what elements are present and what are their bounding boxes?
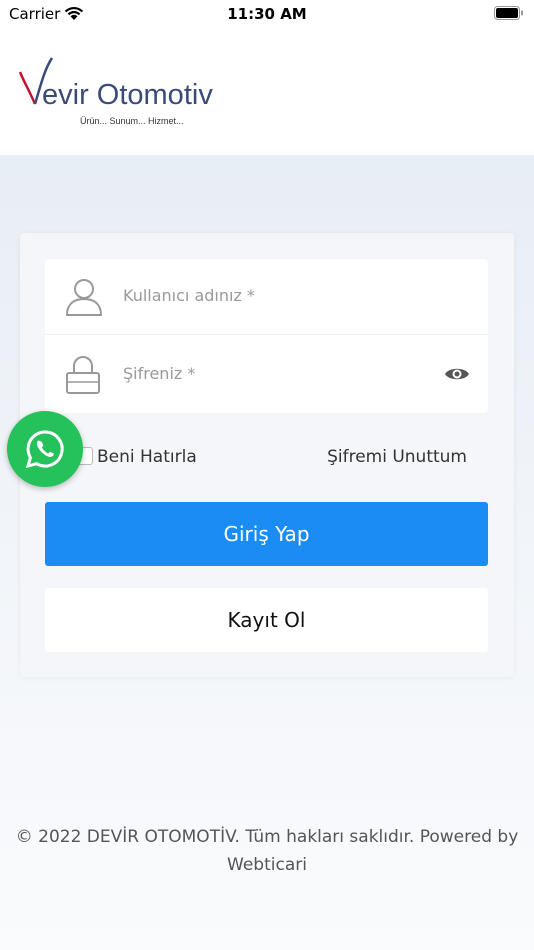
whatsapp-button[interactable] <box>7 411 83 487</box>
username-field[interactable]: Kullanıcı adınız * <box>45 259 488 335</box>
devir-otomotiv-logo: evir Otomotiv Ürün... Sunum... Hizmet... <box>18 57 213 126</box>
status-time: 11:30 AM <box>227 5 307 23</box>
user-icon <box>65 279 103 316</box>
credentials-fields: Kullanıcı adınız * Şifreniz * <box>45 259 488 413</box>
forgot-password-link[interactable]: Şifremi Unuttum <box>327 447 467 467</box>
svg-text:Ürün... Sunum... Hizmet...: Ürün... Sunum... Hizmet... <box>80 116 184 126</box>
lock-icon <box>66 356 100 394</box>
password-placeholder: Şifreniz * <box>123 364 196 383</box>
password-field[interactable]: Şifreniz * <box>45 337 488 413</box>
header: evir Otomotiv Ürün... Sunum... Hizmet... <box>0 30 534 155</box>
username-placeholder: Kullanıcı adınız * <box>123 286 255 305</box>
login-button[interactable]: Giriş Yap <box>45 502 488 566</box>
status-bar: Carrier 11:30 AM <box>0 0 534 30</box>
whatsapp-icon <box>25 430 64 469</box>
svg-text:evir Otomotiv: evir Otomotiv <box>42 79 213 111</box>
login-card: Kullanıcı adınız * Şifreniz * Beni Hatır… <box>20 233 514 677</box>
eye-icon[interactable] <box>444 365 470 383</box>
battery-icon <box>494 6 523 20</box>
register-button[interactable]: Kayıt Ol <box>45 588 488 652</box>
footer-copyright: © 2022 DEVİR OTOMOTİV. Tüm hakları saklı… <box>15 827 519 875</box>
remember-label: Beni Hatırla <box>97 447 197 467</box>
